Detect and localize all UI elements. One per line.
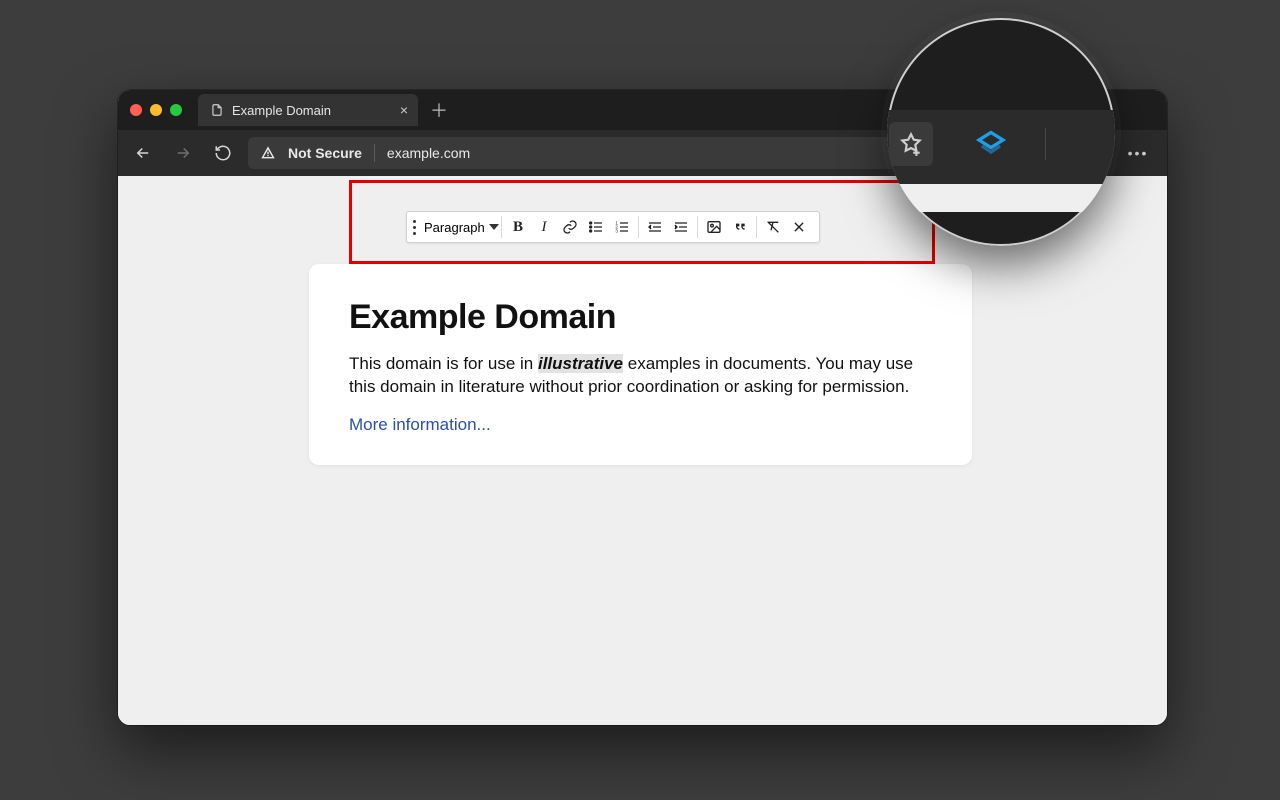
extension-icon[interactable] xyxy=(973,128,1009,164)
forward-button[interactable] xyxy=(168,138,198,168)
back-button[interactable] xyxy=(128,138,158,168)
reload-button[interactable] xyxy=(208,138,238,168)
new-tab-button[interactable]: ＋ xyxy=(430,97,448,123)
page-heading: Example Domain xyxy=(349,298,932,337)
page-icon xyxy=(210,103,224,117)
image-button[interactable] xyxy=(702,215,726,239)
quote-button[interactable] xyxy=(728,215,752,239)
bold-button[interactable]: B xyxy=(506,215,530,239)
window-close-button[interactable] xyxy=(130,104,142,116)
content-card: Example Domain This domain is for use in… xyxy=(309,264,972,465)
bullet-list-button[interactable] xyxy=(584,215,608,239)
window-maximize-button[interactable] xyxy=(170,104,182,116)
favorite-star-icon[interactable] xyxy=(889,122,933,166)
toolbar-separator xyxy=(1045,128,1046,160)
paragraph-style-select[interactable]: Paragraph xyxy=(420,215,501,239)
editor-toolbar: Paragraph B I 123 xyxy=(406,211,820,243)
outdent-button[interactable] xyxy=(643,215,667,239)
page-viewport: Paragraph B I 123 xyxy=(118,176,1167,725)
toolbar-drag-handle[interactable] xyxy=(411,220,420,235)
more-info-link[interactable]: More information... xyxy=(349,415,491,434)
svg-text:3: 3 xyxy=(615,228,618,233)
menu-button[interactable]: ••• xyxy=(1119,137,1157,169)
not-secure-icon xyxy=(260,145,276,161)
address-separator xyxy=(374,144,375,162)
indent-button[interactable] xyxy=(669,215,693,239)
window-controls xyxy=(130,104,182,116)
page-paragraph: This domain is for use in illustrative e… xyxy=(349,353,932,399)
toolbar-highlight-box: Paragraph B I 123 xyxy=(349,180,935,264)
link-button[interactable] xyxy=(558,215,582,239)
tab-title: Example Domain xyxy=(232,103,331,118)
italic-button[interactable]: I xyxy=(532,215,556,239)
security-label: Not Secure xyxy=(288,145,362,161)
highlighted-word: illustrative xyxy=(538,354,623,373)
close-toolbar-button[interactable] xyxy=(787,215,811,239)
clear-format-button[interactable] xyxy=(761,215,785,239)
window-minimize-button[interactable] xyxy=(150,104,162,116)
numbered-list-button[interactable]: 123 xyxy=(610,215,634,239)
browser-tab[interactable]: Example Domain × xyxy=(198,94,418,126)
url-text: example.com xyxy=(387,145,470,161)
viewport-strip xyxy=(887,184,1115,212)
magnifier-callout xyxy=(887,18,1115,246)
tab-close-button[interactable]: × xyxy=(400,102,408,118)
